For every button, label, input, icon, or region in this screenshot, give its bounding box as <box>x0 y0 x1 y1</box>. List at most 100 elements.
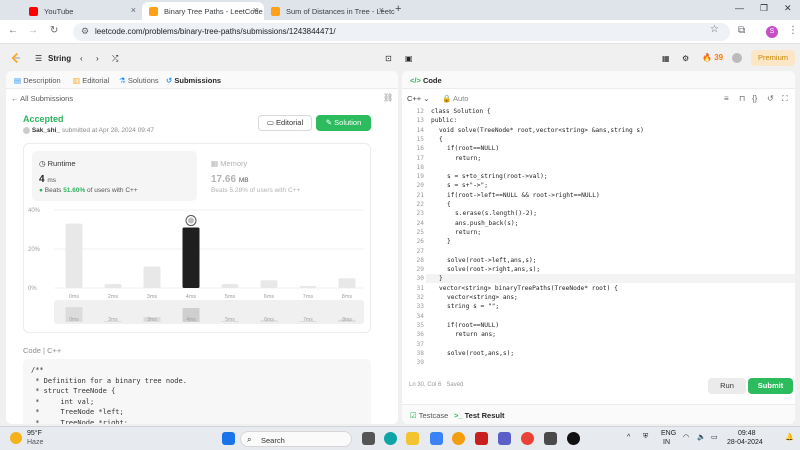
weather-temp[interactable]: 95°F <box>27 430 42 437</box>
teams-icon[interactable] <box>498 432 511 445</box>
problem-list-label[interactable]: String <box>48 54 71 63</box>
language-select[interactable]: C++ ⌄ <box>407 94 430 103</box>
all-submissions-link[interactable]: ← All Submissions <box>11 94 73 103</box>
code-line: ans.push_back(s); <box>455 219 519 227</box>
runtime-distribution-chart[interactable]: 40% 20% 0% 0ms 2ms 3ms 4ms 5ms 6ms 7ms 8ms 0ms 2ms 3m… <box>24 204 372 332</box>
close-icon[interactable]: × <box>131 5 136 15</box>
editorial-button[interactable]: ▭ Editorial <box>258 115 312 131</box>
menu-icon[interactable]: ⋮ <box>788 25 798 36</box>
code-line: class Solution { <box>431 108 491 115</box>
tab-description[interactable]: ▤ Description <box>14 76 61 85</box>
camera-icon[interactable] <box>544 432 557 445</box>
submit-button[interactable]: Submit <box>748 378 793 394</box>
auto-mode[interactable]: 🔒 Auto <box>442 94 468 103</box>
link-icon[interactable]: ⛓ <box>383 93 393 102</box>
debug-icon[interactable]: ⊡ <box>385 54 392 63</box>
tab-submissions[interactable]: ↺ Submissions <box>166 76 221 85</box>
notes-icon[interactable]: ▣ <box>405 54 413 63</box>
window-close-button[interactable]: ✕ <box>784 3 792 14</box>
weather-condition[interactable]: Haze <box>27 439 43 446</box>
tab-solutions[interactable]: ⚗ Solutions <box>119 76 159 85</box>
input-lang-bottom[interactable]: IN <box>663 439 670 446</box>
line-number: 30 <box>416 275 424 283</box>
layout-icon[interactable]: ▦ <box>662 54 670 63</box>
media-player-icon[interactable] <box>567 432 580 445</box>
chart-bar <box>299 286 317 288</box>
input-lang-top[interactable]: ENG <box>661 430 676 437</box>
tray-chevron-icon[interactable]: ^ <box>627 434 630 441</box>
bookmark-star-icon[interactable]: ☆ <box>710 24 719 35</box>
app-icon[interactable] <box>452 432 465 445</box>
windows-start-icon[interactable] <box>222 432 235 445</box>
line-number: 26 <box>416 238 424 246</box>
next-problem-icon[interactable]: › <box>96 54 99 63</box>
url-bar[interactable]: ⚙ leetcode.com/problems/binary-tree-path… <box>73 23 730 41</box>
user-avatar[interactable] <box>732 53 742 63</box>
new-tab-button[interactable]: + <box>395 3 401 15</box>
code-editor[interactable]: 12 class Solution {13 public: 14 void solve(… <box>402 107 795 367</box>
mcafee-icon[interactable] <box>475 432 488 445</box>
file-explorer-icon[interactable] <box>406 432 419 445</box>
x-tick-label: 4ms <box>186 294 197 300</box>
battery-icon[interactable]: ▭ <box>711 433 718 441</box>
runtime-box[interactable]: ◷ Runtime 4 ms ● Beats 51.60% of users w… <box>32 151 197 201</box>
run-button[interactable]: Run <box>708 378 746 394</box>
solution-button[interactable]: ✎ Solution <box>316 115 371 131</box>
edit-icon: ✎ <box>325 118 333 127</box>
shuffle-icon[interactable]: ⤮ <box>112 54 118 64</box>
chart-bar <box>143 266 161 288</box>
premium-button[interactable]: Premium <box>751 50 795 66</box>
extensions-icon[interactable]: ⧉ <box>738 25 745 36</box>
clock-time[interactable]: 09:48 <box>738 430 756 437</box>
code-line: s.erase(s.length()-2); <box>455 210 537 218</box>
tab-test-result[interactable]: >_ Test Result <box>454 411 505 420</box>
submitted-at: submitted at Apr 28, 2024 09:47 <box>61 127 154 135</box>
wifi-icon[interactable]: ◠ <box>683 433 689 441</box>
bookmark-icon[interactable]: ⊓ <box>739 94 745 103</box>
clock-date[interactable]: 28-04-2024 <box>727 439 763 446</box>
reload-icon[interactable]: ↻ <box>50 25 58 36</box>
problem-list-icon[interactable]: ☰ <box>35 54 42 63</box>
tab-editorial[interactable]: ▥ Editorial <box>73 76 109 85</box>
leetcode-logo[interactable] <box>10 52 21 64</box>
overview-tick-label: 4ms <box>186 317 196 323</box>
task-view-icon[interactable] <box>362 432 375 445</box>
overview-tick-label: 8ms <box>342 317 352 323</box>
close-icon[interactable]: × <box>379 5 384 15</box>
fullscreen-icon[interactable]: ⛶ <box>782 94 788 104</box>
code-line: if(root==NULL) <box>447 145 500 153</box>
close-icon[interactable]: × <box>253 5 258 15</box>
back-icon[interactable]: ← <box>8 25 18 36</box>
volume-icon[interactable]: 🔈 <box>697 433 706 441</box>
line-number: 21 <box>416 191 424 199</box>
checkbox-icon: ☑ <box>410 411 417 420</box>
edge-icon[interactable] <box>384 432 397 445</box>
forward-icon[interactable]: → <box>28 25 38 36</box>
prev-problem-icon[interactable]: ‹ <box>80 54 83 63</box>
site-info-icon[interactable]: ⚙ <box>81 26 89 37</box>
minimize-button[interactable]: — <box>735 3 744 13</box>
overview-tick-label: 5ms <box>225 317 235 323</box>
submitted-code-snippet: /** * Definition for a binary tree node.… <box>23 359 371 424</box>
tab-testcase[interactable]: ☑ Testcase <box>410 411 448 420</box>
reset-icon[interactable]: ↺ <box>767 94 774 103</box>
format-icon[interactable]: ≡ <box>724 94 729 103</box>
browser-tab-leetcode[interactable]: Binary Tree Paths - LeetCode × <box>142 2 264 20</box>
braces-icon[interactable]: {} <box>752 94 757 103</box>
memory-box[interactable]: ▦ Memory 17.66 MB Beats 5.28% of users w… <box>204 151 364 201</box>
youtube-icon <box>29 7 38 16</box>
browser-tab-sum-of-distances[interactable]: Sum of Distances in Tree - Leetc × <box>264 2 395 20</box>
store-icon[interactable] <box>430 432 443 445</box>
line-number: 33 <box>416 303 424 311</box>
settings-icon[interactable]: ⚙ <box>682 54 689 63</box>
streak-counter[interactable]: 🔥 39 <box>702 53 723 62</box>
notifications-icon[interactable]: 🔔 <box>785 433 794 441</box>
profile-avatar[interactable]: S <box>766 26 778 38</box>
lock-icon: 🔒 <box>442 94 452 103</box>
taskbar-search[interactable]: ⌕ Search <box>240 431 352 447</box>
chrome-icon[interactable] <box>521 432 534 445</box>
weather-icon[interactable] <box>10 432 22 444</box>
browser-tab-youtube[interactable]: YouTube × <box>22 2 142 20</box>
shield-icon[interactable]: ⛨ <box>643 433 648 441</box>
maximize-button[interactable]: ❐ <box>760 3 768 14</box>
